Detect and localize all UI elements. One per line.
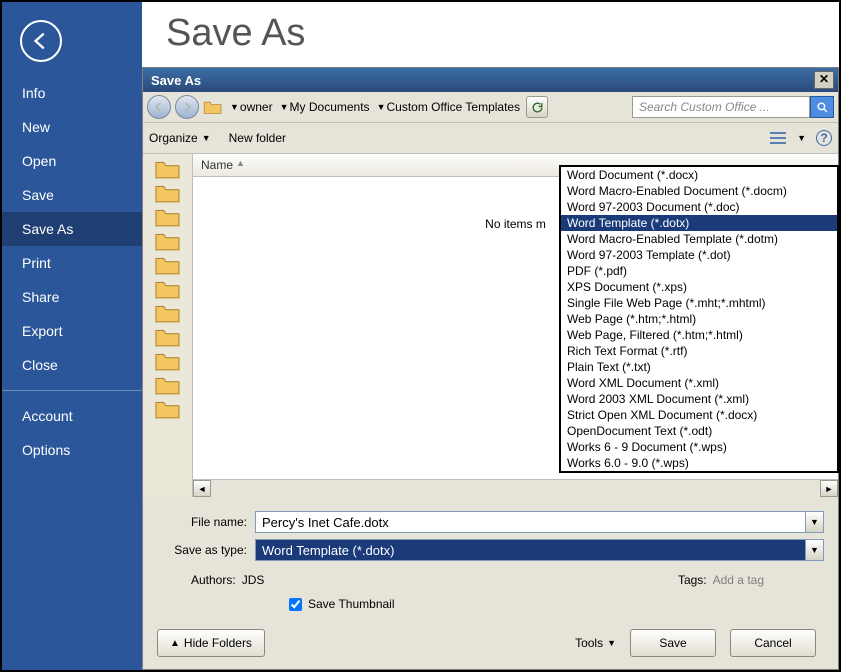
scroll-left-button[interactable]: ◄ — [193, 480, 211, 497]
breadcrumb-segment[interactable]: ▼ My Documents — [277, 99, 372, 115]
authors-value[interactable]: JDS — [242, 573, 265, 587]
filetype-option[interactable]: Word XML Document (*.xml) — [561, 375, 837, 391]
filetype-option[interactable]: Works 6 - 9 Document (*.wps) — [561, 439, 837, 455]
filetype-option[interactable]: XPS Document (*.xps) — [561, 279, 837, 295]
saveastype-select[interactable]: Word Template (*.dotx) ▼ — [255, 539, 824, 561]
refresh-button[interactable] — [526, 96, 548, 118]
nav-back-button[interactable] — [147, 95, 171, 119]
filename-dropdown-button[interactable]: ▼ — [806, 511, 824, 533]
authors-label: Authors: — [191, 573, 236, 587]
tree-folder-icon[interactable] — [143, 206, 192, 228]
breadcrumb-segment[interactable]: ▼ owner — [227, 99, 275, 115]
breadcrumb-segment[interactable]: ▼ Custom Office Templates — [374, 99, 523, 115]
nav-forward-button[interactable] — [175, 95, 199, 119]
page-title: Save As — [142, 2, 839, 67]
filetype-option[interactable]: Word Macro-Enabled Document (*.docm) — [561, 183, 837, 199]
view-options-button[interactable] — [769, 129, 787, 147]
backstage-sidebar: InfoNewOpenSaveSave AsPrintShareExportCl… — [2, 2, 142, 670]
tools-menu[interactable]: Tools ▼ — [575, 636, 616, 650]
main-panel: Save As Save As ✕ ▼ owner▼ My Documents▼… — [142, 2, 839, 670]
hide-folders-button[interactable]: ▲Hide Folders — [157, 629, 265, 657]
sidebar-item-options[interactable]: Options — [2, 433, 142, 467]
tree-folder-icon[interactable] — [143, 326, 192, 348]
tree-folder-icon[interactable] — [143, 230, 192, 252]
filetype-option[interactable]: Single File Web Page (*.mht;*.mhtml) — [561, 295, 837, 311]
sidebar-item-save-as[interactable]: Save As — [2, 212, 142, 246]
tree-folder-icon[interactable] — [143, 350, 192, 372]
sidebar-item-share[interactable]: Share — [2, 280, 142, 314]
tree-folder-icon[interactable] — [143, 254, 192, 276]
view-dropdown-caret[interactable]: ▼ — [797, 133, 806, 143]
close-button[interactable]: ✕ — [814, 71, 834, 89]
filetype-option[interactable]: Word Macro-Enabled Template (*.dotm) — [561, 231, 837, 247]
filename-label: File name: — [157, 515, 247, 529]
filetype-option[interactable]: PDF (*.pdf) — [561, 263, 837, 279]
sidebar-item-close[interactable]: Close — [2, 348, 142, 382]
filetype-option[interactable]: Strict Open XML Document (*.docx) — [561, 407, 837, 423]
toolbar: Organize ▼ New folder ▼ ? — [143, 123, 838, 154]
tree-folder-icon[interactable] — [143, 398, 192, 420]
sidebar-item-save[interactable]: Save — [2, 178, 142, 212]
save-button[interactable]: Save — [630, 629, 716, 657]
sidebar-item-info[interactable]: Info — [2, 76, 142, 110]
sidebar-separator — [2, 390, 142, 391]
breadcrumb[interactable]: ▼ owner▼ My Documents▼ Custom Office Tem… — [227, 99, 522, 115]
sidebar-item-open[interactable]: Open — [2, 144, 142, 178]
address-bar: ▼ owner▼ My Documents▼ Custom Office Tem… — [143, 92, 838, 123]
sidebar-item-new[interactable]: New — [2, 110, 142, 144]
folder-tree[interactable] — [143, 154, 193, 497]
new-folder-button[interactable]: New folder — [229, 131, 286, 145]
tree-folder-icon[interactable] — [143, 182, 192, 204]
saveastype-dropdown-list[interactable]: Word Document (*.docx)Word Macro-Enabled… — [559, 165, 839, 473]
search-icon — [816, 101, 829, 114]
sidebar-item-account[interactable]: Account — [2, 399, 142, 433]
folder-icon — [203, 99, 223, 115]
dialog-titlebar: Save As ✕ — [143, 68, 838, 92]
arrow-left-icon — [30, 30, 52, 52]
help-button[interactable]: ? — [816, 130, 832, 146]
filetype-option[interactable]: Web Page (*.htm;*.html) — [561, 311, 837, 327]
filetype-option[interactable]: Word 97-2003 Template (*.dot) — [561, 247, 837, 263]
filetype-option[interactable]: Word 2003 XML Document (*.xml) — [561, 391, 837, 407]
saveastype-dropdown-button[interactable]: ▼ — [805, 540, 823, 560]
filetype-option[interactable]: Web Page, Filtered (*.htm;*.html) — [561, 327, 837, 343]
filetype-option[interactable]: Works 6.0 - 9.0 (*.wps) — [561, 455, 837, 471]
filetype-option[interactable]: Word 97-2003 Document (*.doc) — [561, 199, 837, 215]
save-thumbnail-label: Save Thumbnail — [308, 597, 395, 611]
horizontal-scrollbar[interactable]: ◄ ► — [193, 479, 838, 497]
back-button[interactable] — [20, 20, 62, 62]
sidebar-item-print[interactable]: Print — [2, 246, 142, 280]
tags-label: Tags: — [678, 573, 707, 587]
filetype-option[interactable]: OpenDocument Text (*.odt) — [561, 423, 837, 439]
dialog-title: Save As — [151, 73, 201, 88]
tree-folder-icon[interactable] — [143, 302, 192, 324]
save-thumbnail-checkbox[interactable] — [289, 598, 302, 611]
scroll-right-button[interactable]: ► — [820, 480, 838, 497]
tree-folder-icon[interactable] — [143, 278, 192, 300]
refresh-icon — [531, 101, 544, 114]
organize-menu[interactable]: Organize ▼ — [149, 131, 211, 145]
cancel-button[interactable]: Cancel — [730, 629, 816, 657]
tree-folder-icon[interactable] — [143, 374, 192, 396]
filetype-option[interactable]: Rich Text Format (*.rtf) — [561, 343, 837, 359]
filename-input[interactable] — [255, 511, 806, 533]
sidebar-item-export[interactable]: Export — [2, 314, 142, 348]
tags-input[interactable]: Add a tag — [713, 573, 764, 587]
saveastype-label: Save as type: — [157, 543, 247, 557]
search-input[interactable] — [632, 96, 810, 118]
tree-folder-icon[interactable] — [143, 158, 192, 180]
filetype-option[interactable]: Plain Text (*.txt) — [561, 359, 837, 375]
search-button[interactable] — [810, 96, 834, 118]
filetype-option[interactable]: Word Template (*.dotx) — [561, 215, 837, 231]
filetype-option[interactable]: Word Document (*.docx) — [561, 167, 837, 183]
dialog-lower-panel: File name: ▼ Save as type: Word Template… — [143, 497, 838, 669]
